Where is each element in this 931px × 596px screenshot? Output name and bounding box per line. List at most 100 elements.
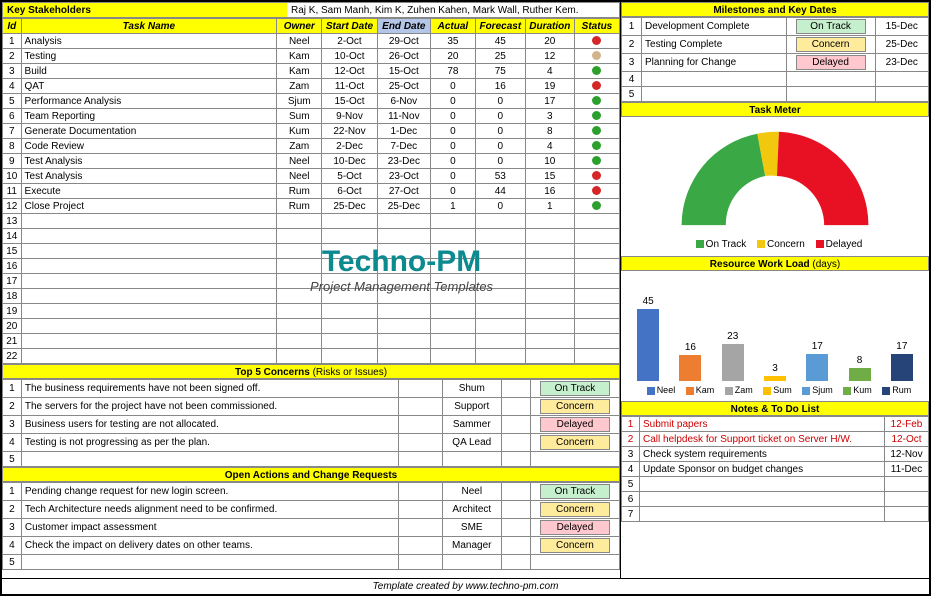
task-meter-legend: On Track Concern Delayed [621, 235, 929, 256]
legend-red-icon [816, 240, 824, 248]
table-row: 3Check system requirements12-Nov [622, 447, 929, 462]
th-start: Start Date [322, 19, 377, 34]
table-row: 17 [3, 274, 620, 289]
task-meter-header: Task Meter [621, 102, 929, 117]
bar: 16 [677, 342, 703, 381]
th-owner: Owner [277, 19, 322, 34]
notes-table: 1Submit papers12-Feb2Call helpdesk for S… [621, 416, 929, 522]
table-row: 10Test AnalysisNeel5-Oct23-Oct05315 [3, 169, 620, 184]
th-duration: Duration [525, 19, 574, 34]
table-row: 4 [622, 72, 929, 87]
table-row: 2Testing CompleteConcern25-Dec [622, 36, 929, 54]
status-dot-icon [592, 156, 601, 165]
table-row: 13 [3, 214, 620, 229]
milestones-header: Milestones and Key Dates [621, 2, 929, 17]
table-row: 2TestingKam10-Oct26-Oct202512 [3, 49, 620, 64]
bar: 17 [804, 341, 830, 381]
table-row: 9Test AnalysisNeel10-Dec23-Dec0010 [3, 154, 620, 169]
table-row: 21 [3, 334, 620, 349]
th-actual: Actual [430, 19, 475, 34]
th-status: Status [574, 19, 619, 34]
concerns-header: Top 5 Concerns (Risks or Issues) [2, 364, 620, 379]
stakeholders-label: Key Stakeholders [3, 3, 287, 17]
bar: 17 [889, 341, 915, 381]
workload-chart: 45 16 23 3 17 8 17 [621, 271, 929, 381]
table-row: 18 [3, 289, 620, 304]
footer-text: Template created by www.techno-pm.com [2, 578, 929, 594]
table-row: 12Close ProjectRum25-Dec25-Dec101 [3, 199, 620, 214]
th-forecast: Forecast [475, 19, 525, 34]
table-row: 3Planning for ChangeDelayed23-Dec [622, 54, 929, 72]
table-row: 5 [622, 87, 929, 102]
table-row: 5 [3, 452, 620, 467]
table-row: 4Testing is not progressing as per the p… [3, 434, 620, 452]
table-row: 22 [3, 349, 620, 364]
workload-legend: Neel Kam Zam Sum Sjum Kum Rum [621, 381, 929, 401]
table-row: 2Tech Architecture needs alignment need … [3, 501, 620, 519]
table-row: 6 [622, 492, 929, 507]
th-end: End Date [377, 19, 430, 34]
status-dot-icon [592, 111, 601, 120]
legend-green-icon [696, 240, 704, 248]
status-dot-icon [592, 126, 601, 135]
table-row: 2The servers for the project have not be… [3, 398, 620, 416]
bar: 3 [762, 363, 788, 381]
milestones-table: 1Development CompleteOn Track15-Dec2Test… [621, 17, 929, 102]
bar: 8 [847, 355, 873, 381]
actions-table: 1Pending change request for new login sc… [2, 482, 620, 570]
status-dot-icon [592, 66, 601, 75]
workload-header: Resource Work Load (days) [621, 256, 929, 271]
notes-header: Notes & To Do List [621, 401, 929, 416]
status-dot-icon [592, 36, 601, 45]
table-row: 16 [3, 259, 620, 274]
table-row: 1The business requirements have not been… [3, 380, 620, 398]
table-row: 6Team ReportingSum9-Nov11-Nov003 [3, 109, 620, 124]
table-row: 19 [3, 304, 620, 319]
actions-header: Open Actions and Change Requests [2, 467, 620, 482]
th-id: Id [3, 19, 22, 34]
status-dot-icon [592, 51, 601, 60]
table-row: 3Customer impact assessmentSMEDelayed [3, 519, 620, 537]
table-row: 4Check the impact on delivery dates on o… [3, 537, 620, 555]
bar: 45 [635, 296, 661, 381]
task-meter-chart [621, 117, 929, 235]
table-row: 4QATZam11-Oct25-Oct01619 [3, 79, 620, 94]
th-name: Task Name [21, 19, 277, 34]
legend-swatch-icon [802, 387, 810, 395]
table-row: 3BuildKam12-Oct15-Oct78754 [3, 64, 620, 79]
legend-swatch-icon [647, 387, 655, 395]
table-row: 15 [3, 244, 620, 259]
table-row: 1Submit papers12-Feb [622, 417, 929, 432]
table-row: 3Business users for testing are not allo… [3, 416, 620, 434]
table-row: 5 [622, 477, 929, 492]
legend-swatch-icon [725, 387, 733, 395]
table-row: 7Generate DocumentationKum22-Nov1-Dec008 [3, 124, 620, 139]
table-row: 1Development CompleteOn Track15-Dec [622, 18, 929, 36]
table-row: 1Pending change request for new login sc… [3, 483, 620, 501]
table-row: 7 [622, 507, 929, 522]
legend-swatch-icon [763, 387, 771, 395]
table-row: 1AnalysisNeel2-Oct29-Oct354520 [3, 34, 620, 49]
status-dot-icon [592, 141, 601, 150]
table-row: 5 [3, 555, 620, 570]
legend-swatch-icon [686, 387, 694, 395]
legend-yellow-icon [757, 240, 765, 248]
table-row: 8Code ReviewZam2-Dec7-Dec004 [3, 139, 620, 154]
status-dot-icon [592, 186, 601, 195]
status-dot-icon [592, 171, 601, 180]
legend-swatch-icon [843, 387, 851, 395]
table-row: 20 [3, 319, 620, 334]
status-dot-icon [592, 96, 601, 105]
bar: 23 [720, 331, 746, 381]
concerns-table: 1The business requirements have not been… [2, 379, 620, 467]
stakeholders-value: Raj K, Sam Manh, Kim K, Zuhen Kahen, Mar… [287, 3, 619, 17]
table-row: 2Call helpdesk for Support ticket on Ser… [622, 432, 929, 447]
status-dot-icon [592, 201, 601, 210]
table-row: 4Update Sponsor on budget changes11-Dec [622, 462, 929, 477]
legend-swatch-icon [882, 387, 890, 395]
table-row: 5Performance AnalysisSjum15-Oct6-Nov0017 [3, 94, 620, 109]
tasks-table: Id Task Name Owner Start Date End Date A… [2, 18, 620, 364]
table-row: 11ExecuteRum6-Oct27-Oct04416 [3, 184, 620, 199]
table-row: 14 [3, 229, 620, 244]
status-dot-icon [592, 81, 601, 90]
